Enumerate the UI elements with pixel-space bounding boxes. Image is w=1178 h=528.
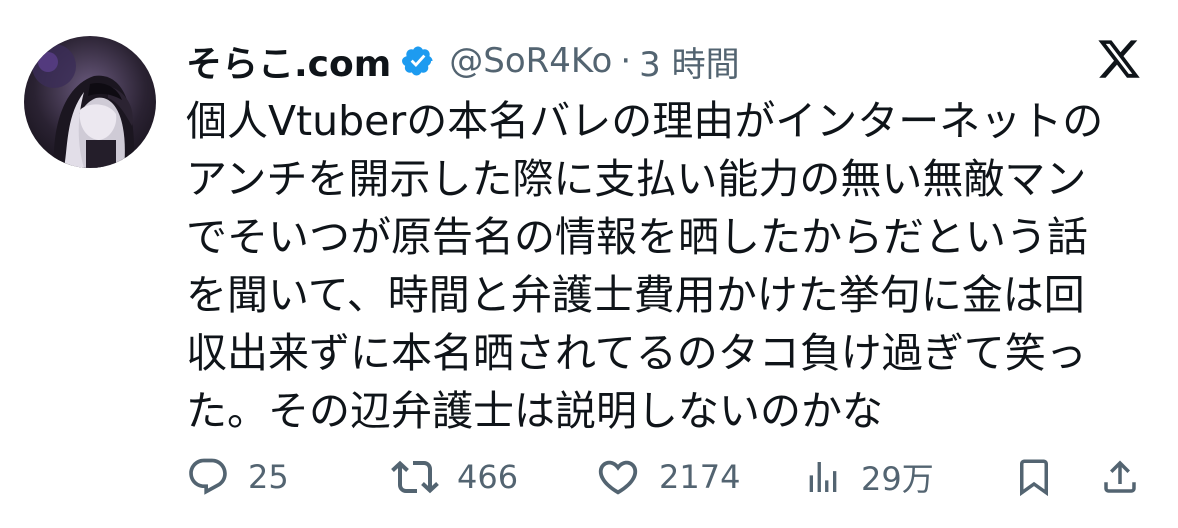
tweet-text-line: た。その辺弁護士は説明しないのかな: [186, 387, 883, 435]
user-handle[interactable]: @SoR4Ko: [449, 41, 612, 81]
like-count: 2174: [659, 458, 741, 496]
share-button[interactable]: [1099, 456, 1141, 498]
repost-button[interactable]: 466: [391, 453, 595, 501]
reply-count: 25: [248, 458, 289, 496]
header-separator: ·: [620, 41, 632, 81]
views-count: 29万: [861, 460, 934, 498]
tweet-text-line: 収出来ずに本名晒されてるのタコ負け過ぎて笑っ: [186, 329, 1087, 377]
tweet-text-line: を聞いて、時間と弁護士費用かけた挙句に金は回: [186, 271, 1085, 319]
bookmark-button[interactable]: [1013, 456, 1099, 498]
tweet-text-line: でそいつが原告名の情報を晒したからだという話: [186, 213, 1088, 261]
tweet-text-line: アンチを開示した際に支払い能力の無い無敵マン: [186, 155, 1087, 203]
avatar[interactable]: [24, 36, 156, 168]
x-logo-icon[interactable]: [1096, 36, 1142, 82]
heart-icon: [595, 454, 641, 500]
action-bar: 25 466 2174 29万: [186, 450, 1146, 504]
tweet-text-line: 個人Vtuberの本名バレの理由がインターネットの: [186, 97, 1104, 145]
repost-count: 466: [457, 458, 519, 496]
tweet-text: 個人Vtuberの本名バレの理由がインターネットの アンチを開示した際に支払い能…: [186, 92, 1146, 440]
bookmark-icon: [1013, 456, 1055, 498]
verified-badge-icon: [401, 44, 435, 78]
share-icon: [1099, 456, 1141, 498]
views-icon: [803, 457, 843, 497]
tweet-header: そらこ.com @SoR4Ko · 3 時間: [186, 34, 1058, 88]
reply-icon: [186, 455, 230, 499]
repost-icon: [391, 453, 439, 501]
like-button[interactable]: 2174: [595, 454, 803, 500]
views-button[interactable]: 29万: [803, 454, 1013, 500]
reply-button[interactable]: 25: [186, 455, 391, 499]
display-name[interactable]: そらこ.com: [186, 35, 391, 87]
timestamp[interactable]: 3 時間: [639, 37, 739, 86]
avatar-image: [24, 36, 156, 168]
